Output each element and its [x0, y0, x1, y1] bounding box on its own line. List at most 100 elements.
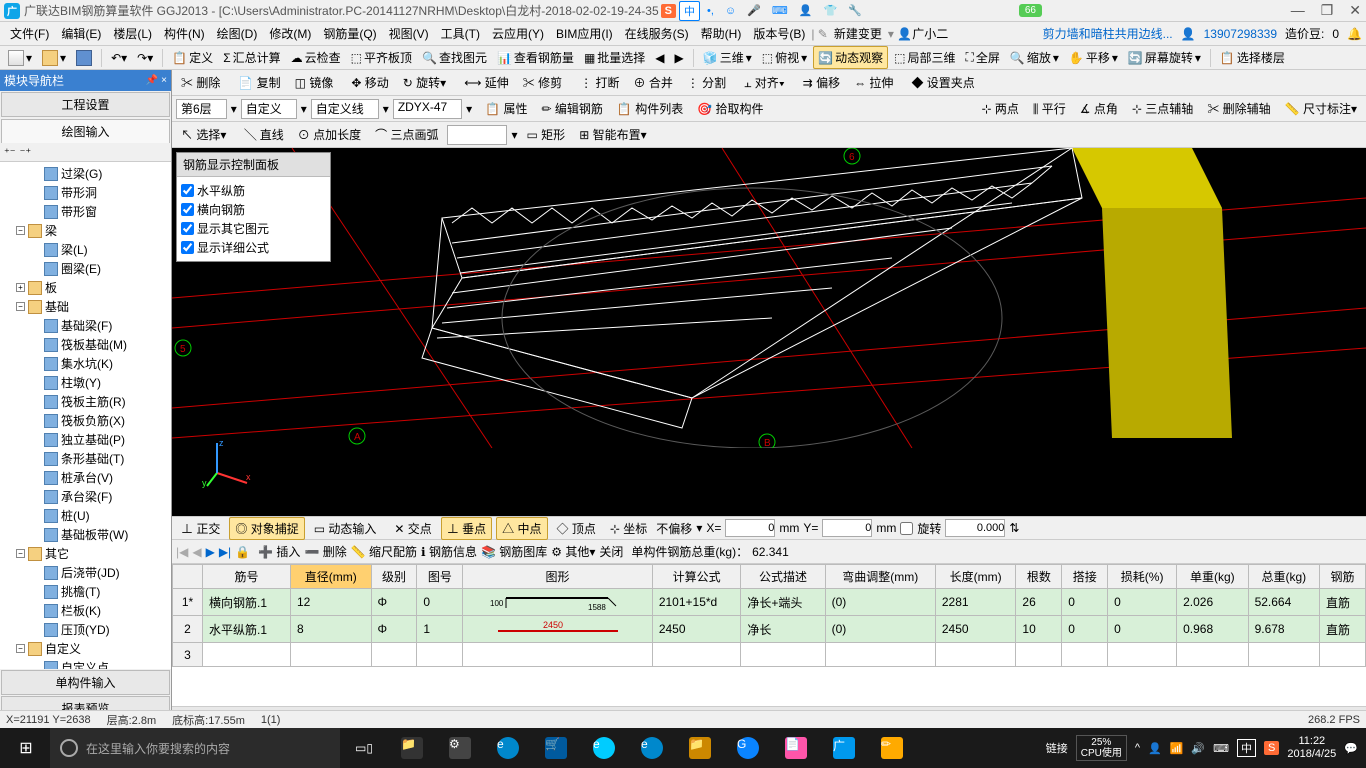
tray-volume-icon[interactable]: 🔊 [1191, 742, 1205, 755]
rebar-table[interactable]: 筋号直径(mm)级别图号图形计算公式公式描述弯曲调整(mm)长度(mm)根数搭接… [172, 564, 1366, 706]
component-combo[interactable]: ZDYX-47 [393, 99, 462, 119]
cloud-check-button[interactable]: ☁ 云检查 [287, 47, 345, 68]
expand-toggle-icon[interactable]: − [16, 226, 25, 235]
taskbar-app-1[interactable]: 📁 [388, 728, 436, 768]
orbit-button[interactable]: 🔄 动态观察 [813, 46, 888, 69]
ime-person-icon[interactable]: 👤 [795, 3, 817, 18]
rotate-checkbox[interactable] [900, 522, 913, 535]
tree-item[interactable]: 桩承台(V) [2, 468, 169, 487]
rebar-display-checkbox[interactable]: 显示详细公式 [181, 238, 326, 257]
subcategory-combo[interactable]: 自定义线 [311, 99, 379, 119]
taskbar-app-6[interactable]: e [628, 728, 676, 768]
tip-link[interactable]: 剪力墙和暗柱共用边线... [1043, 25, 1173, 42]
x-input[interactable] [725, 519, 775, 537]
tree-item[interactable]: 过梁(G) [2, 164, 169, 183]
batch-select-button[interactable]: ▦ 批量选择 [580, 47, 649, 68]
menu-edit[interactable]: 编辑(E) [55, 22, 107, 45]
taskbar-app-9[interactable]: 📄 [772, 728, 820, 768]
snap-intersect[interactable]: ✕ 交点 [389, 518, 436, 539]
tree-item[interactable]: −基础 [2, 297, 169, 316]
expand-toggle-icon[interactable]: − [16, 549, 25, 558]
tree-item[interactable]: 梁(L) [2, 240, 169, 259]
pan-button[interactable]: ✋ 平移▾ [1065, 47, 1122, 68]
next-rec-button[interactable]: ▶ [206, 545, 215, 559]
col-header[interactable]: 钢筋 [1320, 565, 1366, 589]
table-row[interactable]: 2水平纵筋.18Φ124502450净长(0)245010000.9689.67… [173, 616, 1366, 643]
menu-cloud[interactable]: 云应用(Y) [486, 22, 550, 45]
arc-button[interactable]: ⌒ 三点画弧 [370, 124, 443, 145]
point-angle-button[interactable]: ∡ 点角 [1075, 98, 1123, 119]
ime-toolbar[interactable]: S 中 •, ☺ 🎤 ⌨ 👤 👕 🔧 [661, 1, 866, 21]
split-button[interactable]: ⋮ 分割 [682, 72, 731, 93]
redo-button[interactable]: ↷▾ [133, 49, 157, 67]
tree-item[interactable]: 筏板基础(M) [2, 335, 169, 354]
col-header[interactable]: 损耗(%) [1108, 565, 1177, 589]
collapse-all-icon[interactable]: ⁻⁺ [20, 146, 32, 159]
tree-item[interactable]: 后浇带(JD) [2, 563, 169, 582]
save-file-button[interactable] [72, 48, 96, 68]
top-view-button[interactable]: ⬚ 俯视▾ [758, 47, 811, 68]
category-combo[interactable]: 自定义 [241, 99, 297, 119]
new-file-button[interactable]: ▾ [4, 48, 36, 68]
col-header[interactable]: 图形 [463, 565, 653, 589]
taskbar-app-7[interactable]: 📁 [676, 728, 724, 768]
tray-link[interactable]: 链接 [1046, 740, 1068, 756]
table-row[interactable]: 3 [173, 643, 1366, 667]
move-button[interactable]: ✥ 移动 [346, 72, 393, 93]
col-header[interactable]: 图号 [417, 565, 463, 589]
col-header[interactable]: 筋号 [203, 565, 291, 589]
tree-item[interactable]: 独立基础(P) [2, 430, 169, 449]
tree-item[interactable]: 带形洞 [2, 183, 169, 202]
component-list-button[interactable]: 📋 构件列表 [612, 98, 688, 119]
snap-coord[interactable]: ⊹ 坐标 [605, 518, 652, 539]
offset-button[interactable]: ⇉ 偏移 [798, 72, 845, 93]
tray-network-icon[interactable]: 👤 [1148, 742, 1162, 755]
break-button[interactable]: ⋮ 打断 [575, 72, 624, 93]
three-point-axis-button[interactable]: ⊹ 三点辅轴 [1127, 98, 1198, 119]
mirror-button[interactable]: ◫ 镜像 [290, 72, 339, 93]
menu-draw[interactable]: 绘图(D) [211, 22, 264, 45]
menu-floor[interactable]: 楼层(L) [107, 22, 158, 45]
tree-item[interactable]: +板 [2, 278, 169, 297]
ime-punct-icon[interactable]: •, [703, 4, 718, 18]
maximize-button[interactable]: ❐ [1321, 2, 1334, 19]
tree-item[interactable]: 圈梁(E) [2, 259, 169, 278]
floor-combo[interactable]: 第6层 [176, 99, 227, 119]
sum-calc-button[interactable]: Σ 汇总计算 [219, 47, 284, 68]
pin-icon[interactable]: 📌 × [146, 75, 167, 86]
tray-keyboard-icon[interactable]: ⌨ [1213, 742, 1229, 755]
taskbar-search[interactable]: 在这里输入你要搜索的内容 [50, 728, 340, 768]
last-button[interactable]: ▶| [219, 545, 231, 559]
rebar-library-button[interactable]: 📚 钢筋图库 [481, 543, 547, 560]
col-header[interactable]: 计算公式 [652, 565, 740, 589]
ime-shirt-icon[interactable]: 👕 [819, 3, 841, 18]
screen-rotate-button[interactable]: 🔄 屏幕旋转▾ [1124, 47, 1205, 68]
tray-up-icon[interactable]: ^ [1135, 742, 1140, 754]
snap-dynamic[interactable]: ▭ 动态输入 [309, 518, 382, 539]
align-slab-button[interactable]: ⬚ 平齐板顶 [347, 47, 416, 68]
dimension-button[interactable]: 📏 尺寸标注▾ [1280, 98, 1362, 119]
menu-file[interactable]: 文件(F) [4, 22, 55, 45]
tab-project-settings[interactable]: 工程设置 [1, 92, 170, 117]
col-header[interactable]: 单重(kg) [1177, 565, 1248, 589]
delete-axis-button[interactable]: ✂ 删除辅轴 [1202, 98, 1275, 119]
snap-vertex[interactable]: ◇ 顶点 [552, 518, 601, 539]
ime-keyboard-icon[interactable]: ⌨ [768, 3, 792, 18]
merge-button[interactable]: ⊕ 合并 [628, 72, 677, 93]
parallel-button[interactable]: ⫼ 平行 [1028, 98, 1071, 119]
smart-layout-button[interactable]: ⊞ 智能布置▾ [574, 124, 651, 145]
tree-item[interactable]: 桩(U) [2, 506, 169, 525]
offset-mode-combo[interactable]: 不偏移 [656, 520, 692, 537]
taskbar-app-10[interactable]: 广 [820, 728, 868, 768]
col-header[interactable] [173, 565, 203, 589]
tree-item[interactable]: 筏板主筋(R) [2, 392, 169, 411]
menu-rebar[interactable]: 钢筋量(Q) [317, 22, 382, 45]
open-file-button[interactable]: ▾ [38, 48, 70, 68]
col-header[interactable]: 级别 [371, 565, 417, 589]
taskbar-app-5[interactable]: e [580, 728, 628, 768]
fullscreen-button[interactable]: ⛶ 全屏 [961, 47, 1003, 68]
delete-button[interactable]: ✂ 删除 [176, 72, 225, 93]
ime-smile-icon[interactable]: ☺ [721, 4, 740, 18]
tree-item[interactable]: −梁 [2, 221, 169, 240]
tree-item[interactable]: 挑檐(T) [2, 582, 169, 601]
